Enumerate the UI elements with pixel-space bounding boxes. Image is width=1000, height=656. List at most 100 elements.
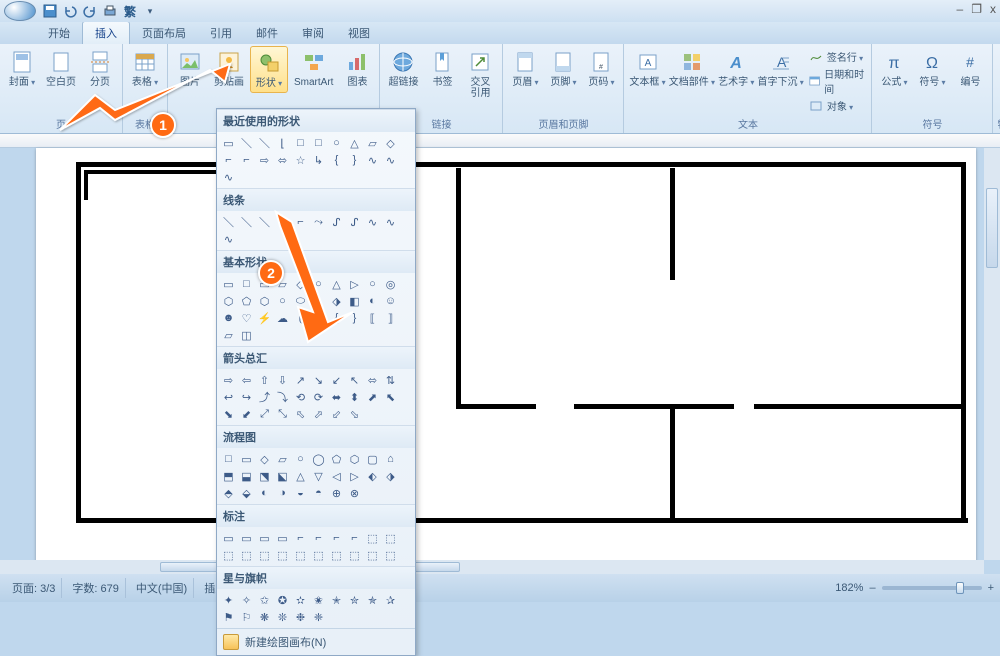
shape-option[interactable]: ⬘ (221, 486, 236, 500)
shape-option[interactable]: ◇ (383, 136, 398, 150)
shape-option[interactable]: ⬚ (221, 548, 236, 562)
shape-option[interactable]: ▭ (239, 452, 254, 466)
status-page[interactable]: 页面: 3/3 (6, 578, 62, 598)
shape-option[interactable]: ⬉ (383, 390, 398, 404)
shape-option[interactable]: ∿ (221, 170, 236, 184)
shape-option[interactable]: ∿ (365, 153, 380, 167)
shape-option[interactable]: ✭ (329, 593, 344, 607)
chart-button[interactable]: 图表 (339, 46, 375, 91)
shape-option[interactable]: ✬ (311, 593, 326, 607)
shape-option[interactable]: □ (311, 136, 326, 150)
shape-option[interactable]: ⌐ (329, 531, 344, 545)
equation-button[interactable]: π公式 (876, 46, 912, 91)
shape-option[interactable]: ⌐ (311, 531, 326, 545)
office-button[interactable] (4, 1, 36, 21)
shape-option[interactable]: { (329, 153, 344, 167)
shape-option[interactable]: ⌐ (347, 531, 362, 545)
shape-option[interactable]: ◒ (293, 486, 308, 500)
crossref-button[interactable]: 交叉 引用 (462, 46, 498, 102)
document-page[interactable] (36, 148, 976, 578)
header-button[interactable]: 页眉 (507, 46, 543, 91)
horizontal-scrollbar[interactable] (0, 560, 984, 574)
shape-option[interactable]: ⚐ (239, 610, 254, 624)
shape-option[interactable]: ∿ (221, 232, 236, 246)
shape-option[interactable]: ▭ (275, 531, 290, 545)
tab-insert[interactable]: 插入 (82, 21, 130, 44)
shape-option[interactable]: ⬙ (239, 486, 254, 500)
quickparts-button[interactable]: 文档部件 (669, 46, 716, 91)
shape-option[interactable]: ⬀ (311, 407, 326, 421)
shape-option[interactable]: ⬒ (221, 469, 236, 483)
shape-option[interactable]: ⬂ (347, 407, 362, 421)
shape-option[interactable]: ⟲ (293, 390, 308, 404)
shape-option[interactable]: ✫ (293, 593, 308, 607)
shape-option[interactable]: ⬡ (347, 452, 362, 466)
shape-option[interactable]: ⬚ (383, 531, 398, 545)
shape-option[interactable]: ⇦ (239, 373, 254, 387)
shape-option[interactable]: ⤢ (257, 407, 272, 421)
redo-icon[interactable] (82, 3, 98, 19)
tab-review[interactable]: 审阅 (290, 22, 336, 44)
shape-option[interactable]: ○ (329, 136, 344, 150)
shape-option[interactable]: ⤡ (275, 407, 290, 421)
shape-option[interactable]: ⬍ (347, 390, 362, 404)
shape-option[interactable]: ▽ (311, 469, 326, 483)
shape-option[interactable]: ☆ (293, 153, 308, 167)
shape-option[interactable]: ⇨ (257, 153, 272, 167)
shape-option[interactable]: ∿ (383, 153, 398, 167)
shape-option[interactable]: ∿ (383, 215, 398, 229)
shape-option[interactable]: ↗ (293, 373, 308, 387)
shape-option[interactable]: ◫ (239, 328, 254, 342)
shape-option[interactable]: ✦ (221, 593, 236, 607)
symbol-button[interactable]: Ω符号 (914, 46, 950, 91)
shape-option[interactable]: ⬖ (365, 469, 380, 483)
shape-option[interactable]: ↪ (239, 390, 254, 404)
shape-option[interactable]: ⌂ (383, 452, 398, 466)
shape-option[interactable]: ⊕ (329, 486, 344, 500)
shape-option[interactable]: ⤴ (257, 390, 272, 404)
shape-option[interactable]: ⬕ (275, 469, 290, 483)
shape-option[interactable]: ⬗ (383, 469, 398, 483)
shape-option[interactable]: ⇨ (221, 373, 236, 387)
shape-option[interactable]: ◎ (383, 277, 398, 291)
shape-option[interactable]: ✧ (239, 593, 254, 607)
vscroll-thumb[interactable] (986, 188, 998, 268)
maximize-button[interactable]: ❐ (971, 2, 982, 16)
shape-option[interactable]: ▭ (257, 531, 272, 545)
shape-option[interactable]: ⬚ (293, 548, 308, 562)
shape-option[interactable]: ⇧ (257, 373, 272, 387)
shape-option[interactable]: ◁ (329, 469, 344, 483)
shape-option[interactable]: △ (347, 136, 362, 150)
status-words[interactable]: 字数: 679 (66, 578, 125, 598)
shape-option[interactable]: ❋ (257, 610, 272, 624)
datetime-button[interactable]: 日期和时间 (806, 65, 868, 97)
shape-option[interactable]: ↳ (311, 153, 326, 167)
shape-option[interactable]: ↩ (221, 390, 236, 404)
save-icon[interactable] (42, 3, 58, 19)
shape-option[interactable]: ＼ (221, 215, 236, 229)
shape-option[interactable]: △ (293, 469, 308, 483)
shape-option[interactable]: ▭ (221, 531, 236, 545)
shape-option[interactable]: ⬌ (329, 390, 344, 404)
shape-option[interactable]: ⌐ (293, 531, 308, 545)
shape-option[interactable]: ⟳ (311, 390, 326, 404)
shape-option[interactable]: ⬔ (257, 469, 272, 483)
shapes-button[interactable]: 形状 (250, 46, 288, 93)
shape-option[interactable]: ❈ (311, 610, 326, 624)
shape-option[interactable]: ✪ (275, 593, 290, 607)
shape-option[interactable]: ✮ (347, 593, 362, 607)
pagenum-button[interactable]: #页码 (583, 46, 619, 91)
zoom-slider[interactable] (882, 586, 982, 590)
shape-option[interactable]: ⌐ (239, 153, 254, 167)
tab-references[interactable]: 引用 (198, 22, 244, 44)
shape-option[interactable]: ☻ (221, 311, 236, 325)
shape-option[interactable]: ⬡ (221, 294, 236, 308)
shape-option[interactable]: ◯ (311, 452, 326, 466)
shape-option[interactable]: ⬠ (239, 294, 254, 308)
number-button[interactable]: #编号 (952, 46, 988, 91)
shape-option[interactable]: ⬊ (221, 407, 236, 421)
shape-option[interactable]: ↙ (329, 373, 344, 387)
minimize-button[interactable]: – (957, 2, 964, 16)
shape-option[interactable]: ⌐ (221, 153, 236, 167)
shape-option[interactable]: ⬚ (311, 548, 326, 562)
